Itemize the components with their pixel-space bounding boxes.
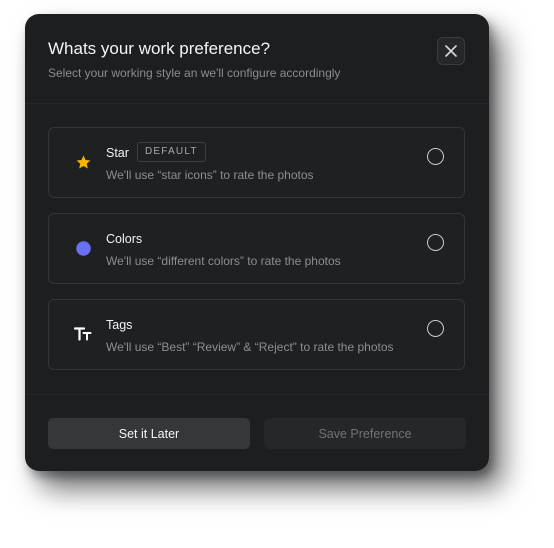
close-icon xyxy=(445,45,457,57)
option-description: We'll use “Best” “Review” & “Reject” to … xyxy=(106,340,394,354)
option-colors[interactable]: Colors We'll use “different colors” to r… xyxy=(48,213,465,284)
dialog-header: Whats your work preference? Select your … xyxy=(25,14,489,104)
star-icon xyxy=(73,152,93,172)
option-star[interactable]: Star DEFAULT We'll use “star icons” to r… xyxy=(48,127,465,198)
text-tag-icon xyxy=(73,324,93,344)
option-radio[interactable] xyxy=(427,234,444,251)
dialog-footer: Set it Later Save Preference xyxy=(25,394,489,471)
color-dot-icon xyxy=(73,238,93,258)
option-radio[interactable] xyxy=(427,320,444,337)
default-badge: DEFAULT xyxy=(137,142,206,162)
dialog-subtitle: Select your working style an we'll confi… xyxy=(48,66,341,80)
option-title: Star xyxy=(106,146,129,160)
save-preference-button[interactable]: Save Preference xyxy=(264,418,466,449)
option-tags[interactable]: Tags We'll use “Best” “Review” & “Reject… xyxy=(48,299,465,370)
option-title: Tags xyxy=(106,318,133,332)
set-later-button[interactable]: Set it Later xyxy=(48,418,250,449)
option-title: Colors xyxy=(106,232,143,246)
option-radio[interactable] xyxy=(427,148,444,165)
dialog-title: Whats your work preference? xyxy=(48,39,271,58)
close-button[interactable] xyxy=(437,37,465,65)
option-description: We'll use “different colors” to rate the… xyxy=(106,254,341,268)
preference-dialog: Whats your work preference? Select your … xyxy=(25,14,489,471)
option-description: We'll use “star icons” to rate the photo… xyxy=(106,168,314,182)
